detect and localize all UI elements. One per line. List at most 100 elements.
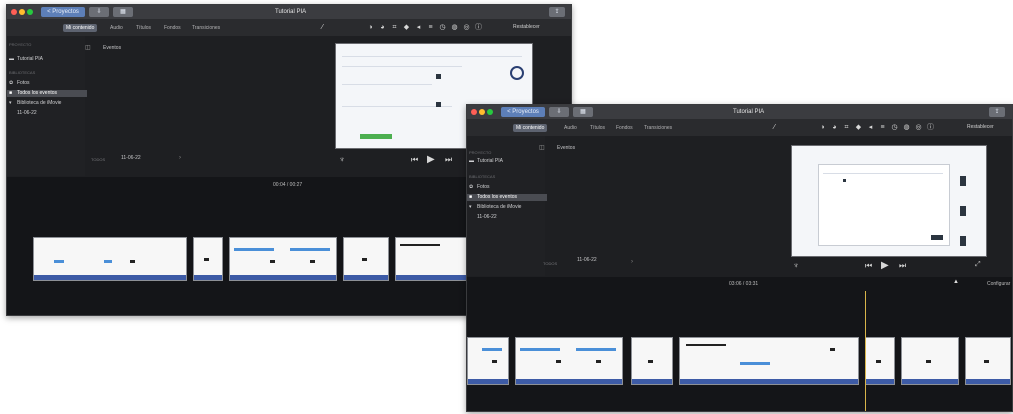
fullscreen-icon[interactable]: ⤢: [975, 261, 981, 269]
play-icon[interactable]: ▶: [427, 154, 435, 165]
sidebar-item-todos-los-eventos[interactable]: ■ Todos los eventos: [7, 90, 87, 97]
sidebar-item-project[interactable]: ▬ Tutorial PIA: [467, 158, 547, 165]
share-button[interactable]: ⇪: [549, 7, 565, 17]
tab-transiciones[interactable]: Transiciones: [189, 24, 223, 32]
share-button[interactable]: ⇪: [989, 107, 1005, 117]
stabilization-icon[interactable]: ◆: [855, 124, 862, 131]
info-icon[interactable]: ⓘ: [927, 124, 934, 131]
tab-fondos[interactable]: Fondos: [161, 24, 184, 32]
audio-waveform: [866, 379, 894, 384]
zoom-window-button[interactable]: [487, 109, 493, 115]
minimize-window-button[interactable]: [479, 109, 485, 115]
timeline-clip[interactable]: [515, 337, 623, 385]
tab-titulos[interactable]: Títulos: [587, 124, 608, 132]
info-icon[interactable]: ⓘ: [475, 24, 482, 31]
projects-button[interactable]: < Proyectos: [41, 7, 85, 17]
projects-button[interactable]: < Proyectos: [501, 107, 545, 117]
audio-waveform: [966, 379, 1010, 384]
library-sidebar: PROYECTO ▬ Tutorial PIA BIBLIOTECAS ✿ Foto…: [467, 136, 547, 276]
filter-label[interactable]: TODOS: [91, 157, 105, 162]
sidebar-toggle-icon[interactable]: ◫: [539, 144, 545, 151]
color-correction-icon[interactable]: ◕: [379, 24, 386, 31]
volume-icon[interactable]: ◂: [415, 24, 422, 31]
crop-icon[interactable]: ⌗: [391, 24, 398, 31]
settings-button[interactable]: Configurar: [987, 281, 1010, 287]
timeline-clip[interactable]: [965, 337, 1011, 385]
tab-titulos[interactable]: Títulos: [133, 24, 154, 32]
noise-reduction-icon[interactable]: ◍: [451, 24, 458, 31]
sidebar-item-fotos[interactable]: ✿ Fotos: [7, 80, 87, 87]
crop-icon[interactable]: ⌗: [843, 124, 850, 131]
reset-button[interactable]: Restablecer: [513, 24, 540, 30]
playhead[interactable]: [865, 291, 866, 411]
timeline-clip[interactable]: [229, 237, 337, 281]
timeline[interactable]: 03:06 / 03:31 ▲ Configurar: [467, 277, 1012, 411]
magic-wand-icon[interactable]: ⁄: [771, 124, 778, 131]
timeline-clip[interactable]: [901, 337, 959, 385]
skip-back-icon[interactable]: ⏮: [865, 261, 872, 271]
tab-audio[interactable]: Audio: [107, 24, 126, 32]
color-balance-icon[interactable]: ◑: [367, 24, 374, 31]
events-icon: ■: [9, 90, 13, 96]
sidebar-item-todos-los-eventos[interactable]: ■ Todos los eventos: [467, 194, 547, 201]
microphone-icon[interactable]: ♆: [793, 261, 799, 270]
clip-detail: [830, 348, 835, 351]
import-icon: ⇩: [556, 109, 562, 115]
sidebar-item-project[interactable]: ▬ Tutorial PIA: [7, 56, 87, 63]
audio-waveform: [680, 379, 858, 384]
tab-fondos[interactable]: Fondos: [613, 124, 636, 132]
play-icon[interactable]: ▶: [881, 260, 889, 271]
photos-icon: ✿: [9, 80, 14, 86]
timeline-clip[interactable]: [467, 337, 509, 385]
skip-back-icon[interactable]: ⏮: [411, 155, 418, 165]
import-media-button[interactable]: ⇩: [549, 107, 569, 117]
equalizer-icon[interactable]: ≡: [427, 24, 434, 31]
sidebar-toggle-icon[interactable]: ◫: [85, 44, 91, 51]
tab-mi-contenido[interactable]: Mi contenido: [63, 24, 98, 32]
tab-transiciones[interactable]: Transiciones: [641, 124, 675, 132]
equalizer-icon[interactable]: ≡: [879, 124, 886, 131]
noise-reduction-icon[interactable]: ◍: [903, 124, 910, 131]
tab-mi-contenido[interactable]: Mi contenido: [513, 124, 548, 132]
sidebar-item-library[interactable]: ▾ Biblioteca de iMovie: [467, 204, 553, 211]
volume-triangle-icon[interactable]: ▲: [953, 279, 959, 285]
volume-icon[interactable]: ◂: [867, 124, 874, 131]
speed-icon[interactable]: ◷: [439, 24, 446, 31]
stabilization-icon[interactable]: ◆: [403, 24, 410, 31]
sidebar-item-event[interactable]: 11-06-22: [7, 110, 87, 117]
timeline-clip[interactable]: [631, 337, 673, 385]
timeline-clip[interactable]: [343, 237, 389, 281]
import-media-button[interactable]: ⇩: [89, 7, 109, 17]
speed-icon[interactable]: ◷: [891, 124, 898, 131]
timeline-clip[interactable]: [679, 337, 859, 385]
clip-filter-icon[interactable]: ◎: [463, 24, 470, 31]
skip-forward-icon[interactable]: ⏭: [445, 155, 452, 165]
filter-label[interactable]: TODOS: [543, 261, 557, 266]
library-sidebar: PROYECTO ▬ Tutorial PIA BIBLIOTECAS ✿ Foto…: [7, 36, 87, 176]
chevron-right-icon[interactable]: ›: [179, 155, 181, 161]
timeline-clip[interactable]: [193, 237, 223, 281]
view-toggle-button[interactable]: ▦: [113, 7, 133, 17]
timeline-clip[interactable]: [33, 237, 187, 281]
zoom-window-button[interactable]: [27, 9, 33, 15]
chevron-right-icon[interactable]: ›: [631, 259, 633, 265]
clip-detail: [596, 360, 601, 363]
close-window-button[interactable]: [471, 109, 477, 115]
timeline-clip[interactable]: [865, 337, 895, 385]
clip-filter-icon[interactable]: ◎: [915, 124, 922, 131]
color-balance-icon[interactable]: ◑: [819, 124, 826, 131]
sidebar-item-library[interactable]: ▾ Biblioteca de iMovie: [7, 100, 93, 107]
color-correction-icon[interactable]: ◕: [831, 124, 838, 131]
view-toggle-button[interactable]: ▦: [573, 107, 593, 117]
sidebar-item-event[interactable]: 11-06-22: [467, 214, 547, 221]
timeline-clip[interactable]: [395, 237, 469, 281]
microphone-icon[interactable]: ♆: [339, 155, 345, 164]
magic-wand-icon[interactable]: ⁄: [319, 24, 326, 31]
close-window-button[interactable]: [11, 9, 17, 15]
skip-forward-icon[interactable]: ⏭: [899, 261, 906, 271]
minimize-window-button[interactable]: [19, 9, 25, 15]
reset-button[interactable]: Restablecer: [967, 124, 994, 130]
sidebar-item-fotos[interactable]: ✿ Fotos: [467, 184, 547, 191]
tab-audio[interactable]: Audio: [561, 124, 580, 132]
preview-mark: [436, 74, 441, 79]
